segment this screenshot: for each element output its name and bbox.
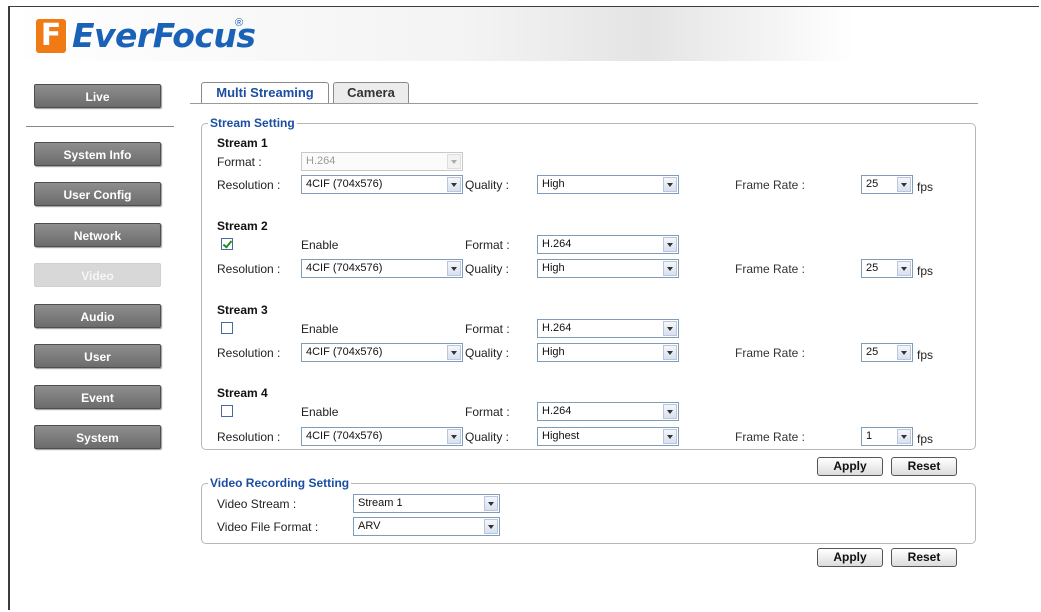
stream-3-quality-select[interactable]: High [537, 343, 679, 362]
stream-4-enable-checkbox[interactable] [221, 405, 233, 417]
video-file-format-label: Video File Format : [217, 520, 319, 534]
stream-1-quality-select[interactable]: High [537, 175, 679, 194]
nav-system-button[interactable]: System [34, 425, 161, 449]
stream-4-frame-rate-select[interactable]: 1 [861, 427, 913, 446]
nav-event-button[interactable]: Event [34, 385, 161, 409]
stream-1-frame-rate-select[interactable]: 25 [861, 175, 913, 194]
nav-divider [26, 126, 174, 127]
stream-2-enable-label: Enable [301, 238, 339, 252]
chevron-down-icon[interactable] [663, 177, 677, 192]
tab-underline [190, 103, 978, 104]
video-file-format-select[interactable]: ARV [353, 517, 500, 536]
stream-2-fps-label: fps [917, 264, 934, 278]
chevron-down-icon [447, 154, 461, 169]
nav-user-button[interactable]: User [34, 344, 161, 368]
stream-4-resolution-select[interactable]: 4CIF (704x576) [301, 427, 463, 446]
recording-apply-button[interactable]: Apply [817, 548, 883, 567]
stream-1-format-select: H.264 [301, 152, 463, 171]
chevron-down-icon[interactable] [897, 177, 911, 192]
chevron-down-icon[interactable] [484, 496, 498, 511]
stream-3-title: Stream 3 [217, 303, 268, 317]
stream-1-frame-rate-label: Frame Rate : [735, 178, 806, 192]
nav-network-button[interactable]: Network [34, 223, 161, 247]
stream-3-format-select[interactable]: H.264 [537, 319, 679, 338]
chevron-down-icon[interactable] [484, 519, 498, 534]
tab-multi-streaming[interactable]: Multi Streaming [201, 82, 329, 104]
stream-apply-button[interactable]: Apply [817, 457, 883, 476]
stream-2-format-select[interactable]: H.264 [537, 235, 679, 254]
stream-reset-button[interactable]: Reset [891, 457, 957, 476]
stream-3-resolution-label: Resolution : [217, 346, 281, 360]
stream-1-resolution-label: Resolution : [217, 178, 281, 192]
chevron-down-icon[interactable] [663, 345, 677, 360]
stream-4-enable-label: Enable [301, 405, 339, 419]
stream-2-resolution-select[interactable]: 4CIF (704x576) [301, 259, 463, 278]
chevron-down-icon[interactable] [663, 237, 677, 252]
chevron-down-icon[interactable] [897, 261, 911, 276]
stream-1-resolution-select[interactable]: 4CIF (704x576) [301, 175, 463, 194]
stream-4-quality-select[interactable]: Highest [537, 427, 679, 446]
registered-mark: ® [235, 17, 244, 29]
stream-4-format-select[interactable]: H.264 [537, 402, 679, 421]
stream-2-frame-rate-label: Frame Rate : [735, 262, 806, 276]
stream-2-title: Stream 2 [217, 219, 268, 233]
stream-3-frame-rate-label: Frame Rate : [735, 346, 806, 360]
stream-4-format-label: Format : [465, 405, 510, 419]
video-stream-select[interactable]: Stream 1 [353, 494, 500, 513]
stream-3-enable-label: Enable [301, 322, 339, 336]
nav-system-info-button[interactable]: System Info [34, 142, 161, 166]
chevron-down-icon[interactable] [447, 261, 461, 276]
stream-2-enable-checkbox[interactable] [221, 238, 233, 250]
stream-2-frame-rate-select[interactable]: 25 [861, 259, 913, 278]
chevron-down-icon[interactable] [663, 321, 677, 336]
nav-audio-button[interactable]: Audio [34, 304, 161, 328]
stream-3-format-label: Format : [465, 322, 510, 336]
stream-1-fps-label: fps [917, 180, 934, 194]
stream-1-title: Stream 1 [217, 136, 268, 150]
stream-4-frame-rate-label: Frame Rate : [735, 430, 806, 444]
chevron-down-icon[interactable] [897, 429, 911, 444]
video-recording-legend: Video Recording Setting [210, 476, 350, 490]
stream-4-quality-label: Quality : [465, 430, 510, 444]
brand-logo: EverFocus [72, 16, 256, 55]
stream-3-fps-label: fps [917, 348, 934, 362]
stream-1-quality-label: Quality : [465, 178, 510, 192]
chevron-down-icon[interactable] [447, 177, 461, 192]
logo-icon: F [36, 19, 66, 53]
nav-video-button[interactable]: Video [34, 263, 161, 287]
tab-camera[interactable]: Camera [333, 82, 409, 103]
chevron-down-icon[interactable] [663, 261, 677, 276]
stream-2-format-label: Format : [465, 238, 510, 252]
chevron-down-icon[interactable] [447, 429, 461, 444]
stream-3-frame-rate-select[interactable]: 25 [861, 343, 913, 362]
stream-3-quality-label: Quality : [465, 346, 510, 360]
stream-4-title: Stream 4 [217, 386, 268, 400]
stream-4-resolution-label: Resolution : [217, 430, 281, 444]
chevron-down-icon[interactable] [663, 429, 677, 444]
chevron-down-icon[interactable] [447, 345, 461, 360]
stream-2-quality-label: Quality : [465, 262, 510, 276]
chevron-down-icon[interactable] [663, 404, 677, 419]
stream-1-format-label: Format : [217, 155, 262, 169]
chevron-down-icon[interactable] [897, 345, 911, 360]
stream-setting-legend: Stream Setting [210, 116, 295, 130]
recording-reset-button[interactable]: Reset [891, 548, 957, 567]
stream-3-resolution-select[interactable]: 4CIF (704x576) [301, 343, 463, 362]
stream-4-fps-label: fps [917, 432, 934, 446]
header-banner: F EverFocus ® [10, 7, 1039, 61]
video-stream-label: Video Stream : [217, 497, 297, 511]
stream-3-enable-checkbox[interactable] [221, 322, 233, 334]
nav-user-config-button[interactable]: User Config [34, 182, 161, 206]
stream-2-quality-select[interactable]: High [537, 259, 679, 278]
stream-2-resolution-label: Resolution : [217, 262, 281, 276]
nav-live-button[interactable]: Live [34, 84, 161, 108]
